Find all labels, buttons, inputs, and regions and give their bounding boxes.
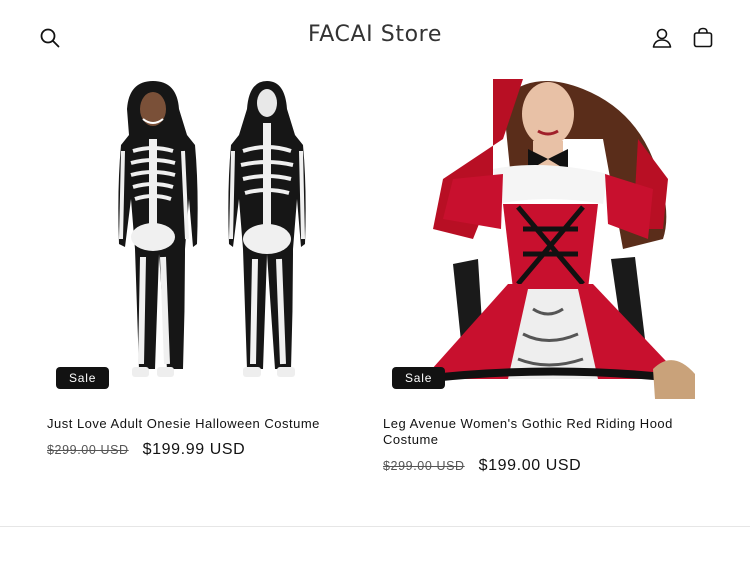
cart-button[interactable] <box>687 22 719 54</box>
product-image[interactable]: Sale <box>47 79 369 399</box>
product-title[interactable]: Just Love Adult Onesie Halloween Costume <box>47 416 357 432</box>
account-button[interactable] <box>646 22 678 54</box>
sale-badge: Sale <box>392 367 446 389</box>
price-row: $299.00 USD $199.00 USD <box>383 457 581 475</box>
compare-at-price: $299.00 USD <box>383 459 465 473</box>
red-riding-hood-image <box>383 79 705 399</box>
compare-at-price: $299.00 USD <box>47 443 129 457</box>
product-image[interactable]: Sale <box>383 79 705 399</box>
account-icon <box>652 28 672 48</box>
sale-price: $199.00 USD <box>478 457 582 474</box>
sale-badge: Sale <box>56 367 110 389</box>
sale-price: $199.99 USD <box>142 441 246 458</box>
product-title[interactable]: Leg Avenue Women's Gothic Red Riding Hoo… <box>383 416 693 448</box>
footer-divider <box>0 526 750 527</box>
store-logo[interactable]: FACAI Store <box>0 22 750 47</box>
price-row: $299.00 USD $199.99 USD <box>47 441 245 459</box>
cart-icon <box>693 27 713 48</box>
site-header: FACAI Store <box>0 0 750 76</box>
skeleton-onesie-image <box>47 79 369 399</box>
